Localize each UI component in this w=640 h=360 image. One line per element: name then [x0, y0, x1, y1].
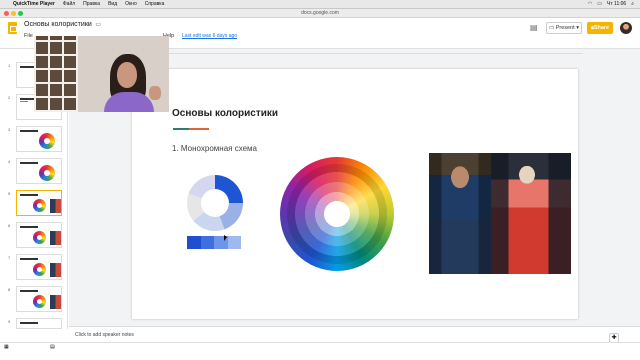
slide-number: 7: [8, 255, 11, 260]
photo-blue-outfit: [429, 153, 491, 274]
slide-thumbnail-3[interactable]: [16, 126, 62, 152]
slide-thumbnail-4[interactable]: [16, 158, 62, 184]
speaker-notes[interactable]: Click to add speaker notes: [69, 326, 640, 342]
last-edit-link[interactable]: Last edit was 6 days ago: [182, 33, 237, 39]
grid-view-icon[interactable]: ▦: [4, 344, 9, 350]
status-area: ◠ ▭ Чт 11:06 ⌕: [588, 0, 640, 9]
presenter-body: [104, 92, 154, 112]
present-button[interactable]: ▭ Present ▾: [546, 22, 582, 34]
clock[interactable]: Чт 11:06: [607, 0, 626, 9]
slide-subtitle[interactable]: 1. Монохромная схема: [172, 144, 257, 153]
color-wheel-image[interactable]: [280, 157, 394, 271]
account-avatar[interactable]: [620, 22, 632, 34]
photo-red-outfit: [491, 153, 571, 274]
monochrome-ring-image[interactable]: [187, 175, 243, 231]
title-underline: [173, 128, 209, 130]
menu-item-file[interactable]: File: [24, 33, 33, 39]
menu-help[interactable]: Справка: [141, 0, 169, 9]
browser-titlebar: docs.google.com: [0, 9, 640, 18]
present-label: Present: [555, 25, 575, 31]
battery-icon[interactable]: ▭: [597, 0, 602, 9]
mouse-cursor-icon: [224, 235, 227, 241]
menu-app-name[interactable]: QuickTime Player: [9, 0, 59, 9]
address-bar[interactable]: docs.google.com: [0, 9, 640, 18]
macos-menubar: QuickTime Player Файл Правка Вид Окно Сп…: [0, 0, 640, 9]
share-button[interactable]: 🔒︎Share: [587, 22, 613, 34]
view-switcher: ▦ ▤: [0, 342, 640, 351]
current-slide[interactable]: Основы колористики 1. Монохромная схема: [132, 69, 578, 319]
swatch: [187, 236, 201, 249]
presenter-face: [117, 62, 137, 88]
fashion-photos[interactable]: [429, 153, 571, 274]
document-title[interactable]: Основы колористики: [24, 21, 92, 28]
slide-number: 2: [8, 95, 11, 100]
search-icon[interactable]: ⌕: [631, 0, 634, 9]
comments-icon[interactable]: ▤: [530, 23, 538, 32]
ruler: [133, 49, 583, 54]
menu-edit[interactable]: Правка: [79, 0, 104, 9]
menu-view[interactable]: Вид: [104, 0, 121, 9]
slide-thumbnail-6[interactable]: [16, 222, 62, 248]
monochrome-swatches[interactable]: [187, 236, 241, 249]
slides-logo-icon[interactable]: [8, 22, 17, 34]
slide-number: 6: [8, 223, 11, 228]
slide-title[interactable]: Основы колористики: [172, 108, 278, 119]
title-icons: ☆ ▭: [86, 21, 101, 28]
webcam-overlay: [34, 36, 169, 112]
slide-number: 1: [8, 63, 11, 68]
menu-file[interactable]: Файл: [59, 0, 79, 9]
bookshelf: [34, 36, 78, 112]
slide-thumbnail-7[interactable]: [16, 254, 62, 280]
presenter-hand: [149, 86, 161, 100]
filmstrip-view-icon[interactable]: ▤: [50, 344, 55, 350]
slide-thumbnail-9[interactable]: [16, 318, 62, 329]
slide-number: 5: [8, 191, 11, 196]
slide-number: 9: [8, 319, 11, 324]
present-icon: ▭: [549, 25, 556, 31]
slide-number: 3: [8, 127, 11, 132]
star-icon[interactable]: ☆: [86, 21, 91, 28]
wifi-icon[interactable]: ◠: [588, 0, 592, 9]
slide-thumbnail-5[interactable]: [16, 190, 62, 216]
slide-number: 4: [8, 159, 11, 164]
slide-number: 8: [8, 287, 11, 292]
folder-icon[interactable]: ▭: [95, 21, 101, 28]
slide-thumbnail-8[interactable]: [16, 286, 62, 312]
swatch: [200, 236, 214, 249]
share-label: Share: [593, 25, 610, 31]
menu-window[interactable]: Окно: [121, 0, 141, 9]
swatch: [227, 236, 241, 249]
